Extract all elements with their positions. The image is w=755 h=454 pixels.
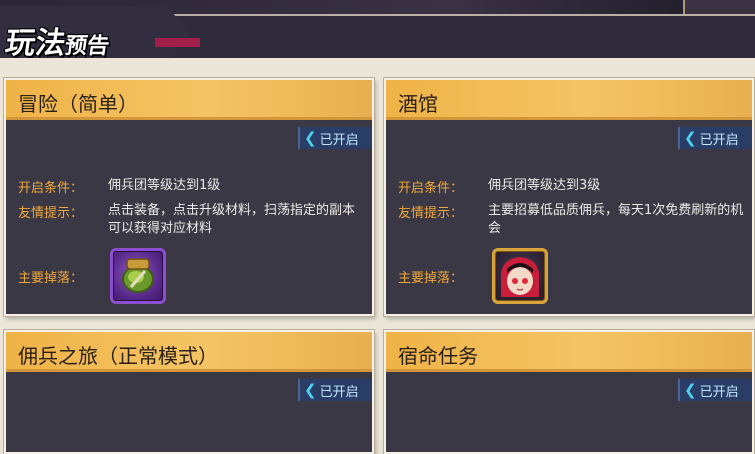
feature-card-mercenary-journey[interactable]: 佣兵之旅（正常模式） ❮ 已开启 [4, 330, 374, 454]
card-header: 宿命任务 [386, 332, 752, 372]
status-badge: ❮ 已开启 [298, 127, 372, 149]
shield-item-graphic [122, 258, 154, 293]
tip-row: 友情提示： 主要招募低品质佣兵，每天1次免费刷新的机会 [398, 202, 744, 238]
open-condition-label: 开启条件： [398, 181, 464, 196]
open-condition-value: 佣兵团等级达到1级 [108, 178, 221, 193]
card-header: 冒险（简单） [6, 80, 372, 120]
status-badge: ❮ 已开启 [678, 379, 752, 401]
open-condition-row: 开启条件： 佣兵团等级达到3级 [398, 177, 600, 196]
chevron-left-icon: ❮ [304, 129, 317, 147]
card-title: 酒馆 [398, 92, 438, 116]
tip-label: 友情提示： [398, 206, 464, 221]
chevron-left-icon: ❮ [304, 381, 317, 399]
card-header: 酒馆 [386, 80, 752, 120]
status-badge: ❮ 已开启 [678, 127, 752, 149]
page-title: 玩法预告 [3, 18, 113, 62]
drop-label: 主要掉落： [18, 271, 84, 286]
tip-label: 友情提示： [18, 206, 84, 221]
open-condition-row: 开启条件： 佣兵团等级达到1级 [18, 177, 220, 196]
green-shield-item-icon[interactable] [110, 248, 166, 304]
drop-row: 主要掉落： [398, 267, 488, 286]
status-text: 已开启 [319, 384, 359, 400]
card-header: 佣兵之旅（正常模式） [6, 332, 372, 372]
status-text: 已开启 [699, 132, 739, 148]
tip-value: 点击装备，点击升级材料，扫荡指定的副本可以获得对应材料 [108, 203, 356, 236]
title-accent-stripe [155, 38, 200, 47]
card-title: 宿命任务 [398, 344, 478, 368]
feature-card-destiny-quest[interactable]: 宿命任务 ❮ 已开启 [384, 330, 754, 454]
card-title: 佣兵之旅（正常模式） [18, 344, 218, 368]
hero-portrait-graphic [500, 257, 540, 297]
page-title-main: 玩法 [3, 26, 68, 61]
chevron-left-icon: ❮ [684, 381, 697, 399]
chevron-left-icon: ❮ [684, 129, 697, 147]
tip-value: 主要招募低品质佣兵，每天1次免费刷新的机会 [488, 203, 744, 236]
status-badge: ❮ 已开启 [298, 379, 372, 401]
status-text: 已开启 [319, 132, 359, 148]
drop-label: 主要掉落： [398, 271, 464, 286]
page-title-sub: 预告 [63, 34, 111, 59]
feature-card-adventure[interactable]: 冒险（简单） ❮ 已开启 开启条件： 佣兵团等级达到1级 友情提示： 点击装备，点击… [4, 78, 374, 316]
drop-row: 主要掉落： [18, 267, 108, 286]
status-text: 已开启 [699, 384, 739, 400]
open-condition-value: 佣兵团等级达到3级 [488, 178, 601, 193]
feature-card-tavern[interactable]: 酒馆 ❮ 已开启 开启条件： 佣兵团等级达到3级 友情提示： 主要招募低品质佣兵，每… [384, 78, 754, 316]
open-condition-label: 开启条件： [18, 181, 84, 196]
title-badge: 玩法预告 [0, 6, 190, 62]
tip-row: 友情提示： 点击装备，点击升级材料，扫荡指定的副本可以获得对应材料 [18, 202, 356, 238]
red-hair-hero-portrait-icon[interactable] [492, 248, 548, 304]
card-title: 冒险（简单） [18, 92, 138, 116]
